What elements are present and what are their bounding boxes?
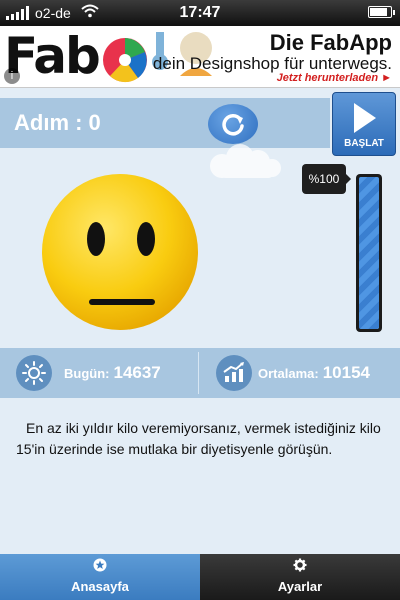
tab-home-label: Anasayfa [71,579,129,594]
progress-percent-badge: %100 [302,164,351,194]
stat-average-value: 10154 [322,363,370,382]
status-bar: o2-de 17:47 [0,0,400,26]
star-icon [0,558,200,572]
refresh-icon [222,114,244,136]
ad-info-icon[interactable]: i [4,68,20,84]
ad-cta-link[interactable]: Jetzt herunterladen ► [277,72,392,84]
health-tip-text: En az iki yıldır kilo veremiyorsanız, ve… [16,420,381,457]
play-icon [354,103,376,133]
start-button[interactable]: BAŞLAT [332,92,396,156]
reset-button[interactable] [208,104,258,144]
tab-settings-label: Ayarlar [277,579,323,594]
status-time: 17:47 [179,4,221,21]
stats-divider [198,352,199,394]
progress-bar [356,174,382,332]
ad-banner[interactable]: Fab Die FabApp dein Designshop für unter… [0,26,400,88]
progress-bar-fill [359,177,379,329]
tab-bar: Anasayfa Ayarlar [0,554,400,600]
stats-band: Bugün: 14637 Ortalama: 10154 [0,348,400,398]
mood-face-icon [42,174,198,330]
tab-settings[interactable]: Ayarlar [200,554,400,600]
ad-subtitle: dein Designshop für unterwegs. [152,54,392,73]
stat-today: Bugün: 14637 [16,348,161,398]
stat-today-value: 14637 [113,363,161,382]
chart-icon [216,355,252,391]
stat-average-label: Ortalama: [258,365,319,381]
tab-home[interactable]: Anasayfa [0,554,200,600]
sun-icon [16,355,52,391]
cloud-icon [210,144,281,178]
step-count-label: Adım : 0 [14,110,101,135]
battery-icon [368,6,395,18]
ad-title: Die FabApp [269,30,392,55]
stat-average: Ortalama: 10154 [216,348,370,398]
start-button-label: BAŞLAT [344,138,384,149]
stat-today-label: Bugün: [64,365,110,381]
gear-icon [200,558,400,572]
